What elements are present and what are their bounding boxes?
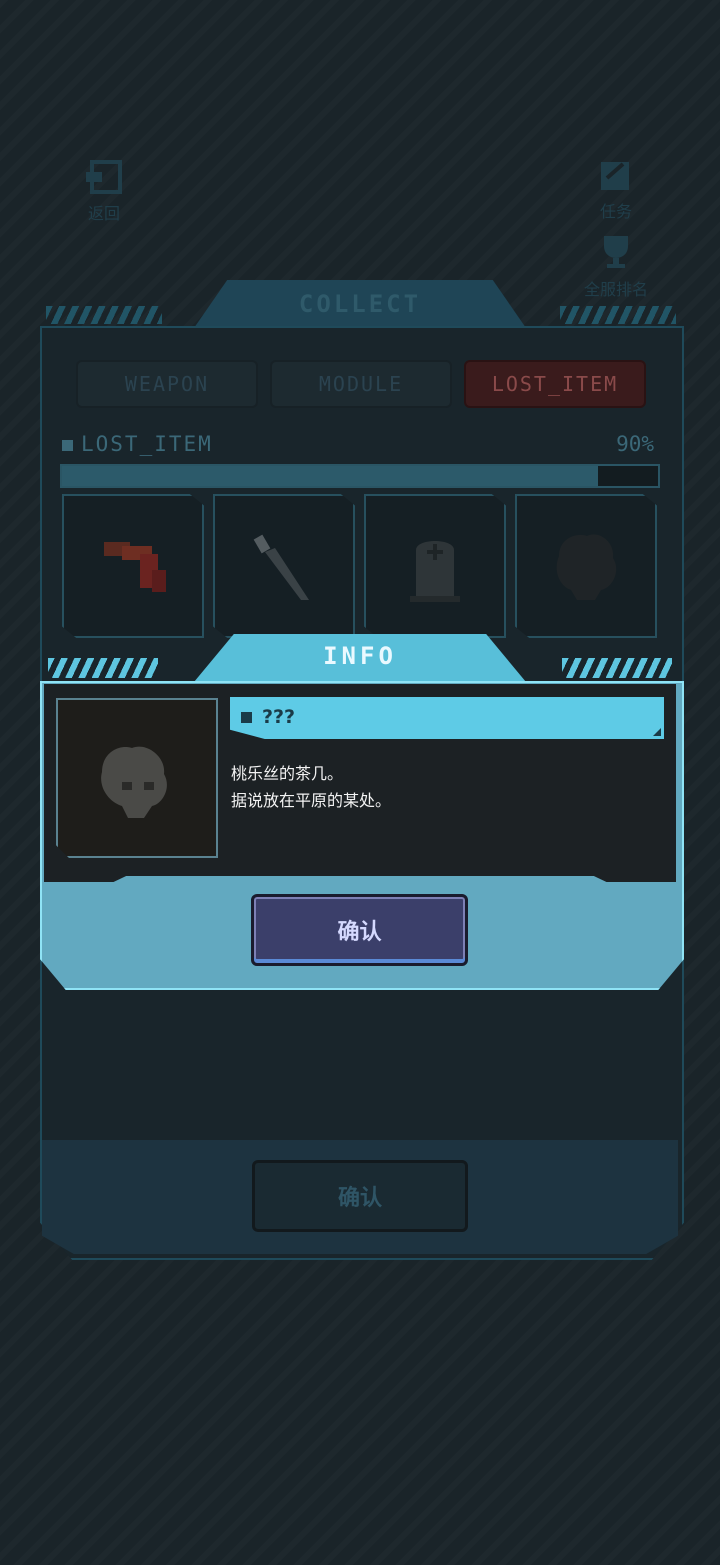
back-button[interactable]: 返回 [78,160,130,224]
item-name-bar: ??? [230,697,664,739]
red-ribbon-icon [104,542,166,592]
collect-title: COLLECT [298,290,422,318]
description-line: 据说放在平原的某处。 [231,791,392,810]
info-header-stripes-left [48,658,158,678]
item-name: ??? [262,706,296,728]
tab-lost-item[interactable]: LOST_ITEM [464,360,646,408]
section-marker [62,440,73,451]
item-slot[interactable] [213,494,355,638]
progress-percent: 90% [616,432,654,456]
item-portrait [56,698,218,858]
trophy-icon [604,236,628,268]
tasks-button[interactable]: 任务 [590,158,642,222]
name-marker [241,712,252,723]
unknown-item-silhouette-icon [556,534,617,600]
info-header-stripes-right [562,658,672,678]
section-label: LOST_ITEM [81,432,213,456]
item-description: 桃乐丝的茶几。 据说放在平原的某处。 [231,760,391,814]
info-title: INFO [323,642,397,670]
section-header: LOST_ITEM [62,432,213,456]
collect-confirm-button[interactable]: 确认 [252,1160,468,1232]
task-list-icon [601,162,629,190]
tab-weapon[interactable]: WEAPON [76,360,258,408]
exit-icon [86,160,122,194]
tombstone-icon [410,541,460,602]
confirm-button[interactable]: 确认 [251,894,468,966]
tasks-label: 任务 [599,202,632,221]
back-label: 返回 [87,204,120,223]
item-slot[interactable] [364,494,506,638]
progress-bar-fill [62,466,599,486]
progress-bar [60,464,660,488]
unknown-item-silhouette-icon [101,746,167,818]
item-slot[interactable] [62,494,204,638]
description-line: 桃乐丝的茶几。 [231,764,344,783]
corner-marker [653,728,661,736]
tab-module[interactable]: MODULE [270,360,452,408]
item-slot[interactable] [515,494,657,638]
knife-icon [253,534,309,600]
